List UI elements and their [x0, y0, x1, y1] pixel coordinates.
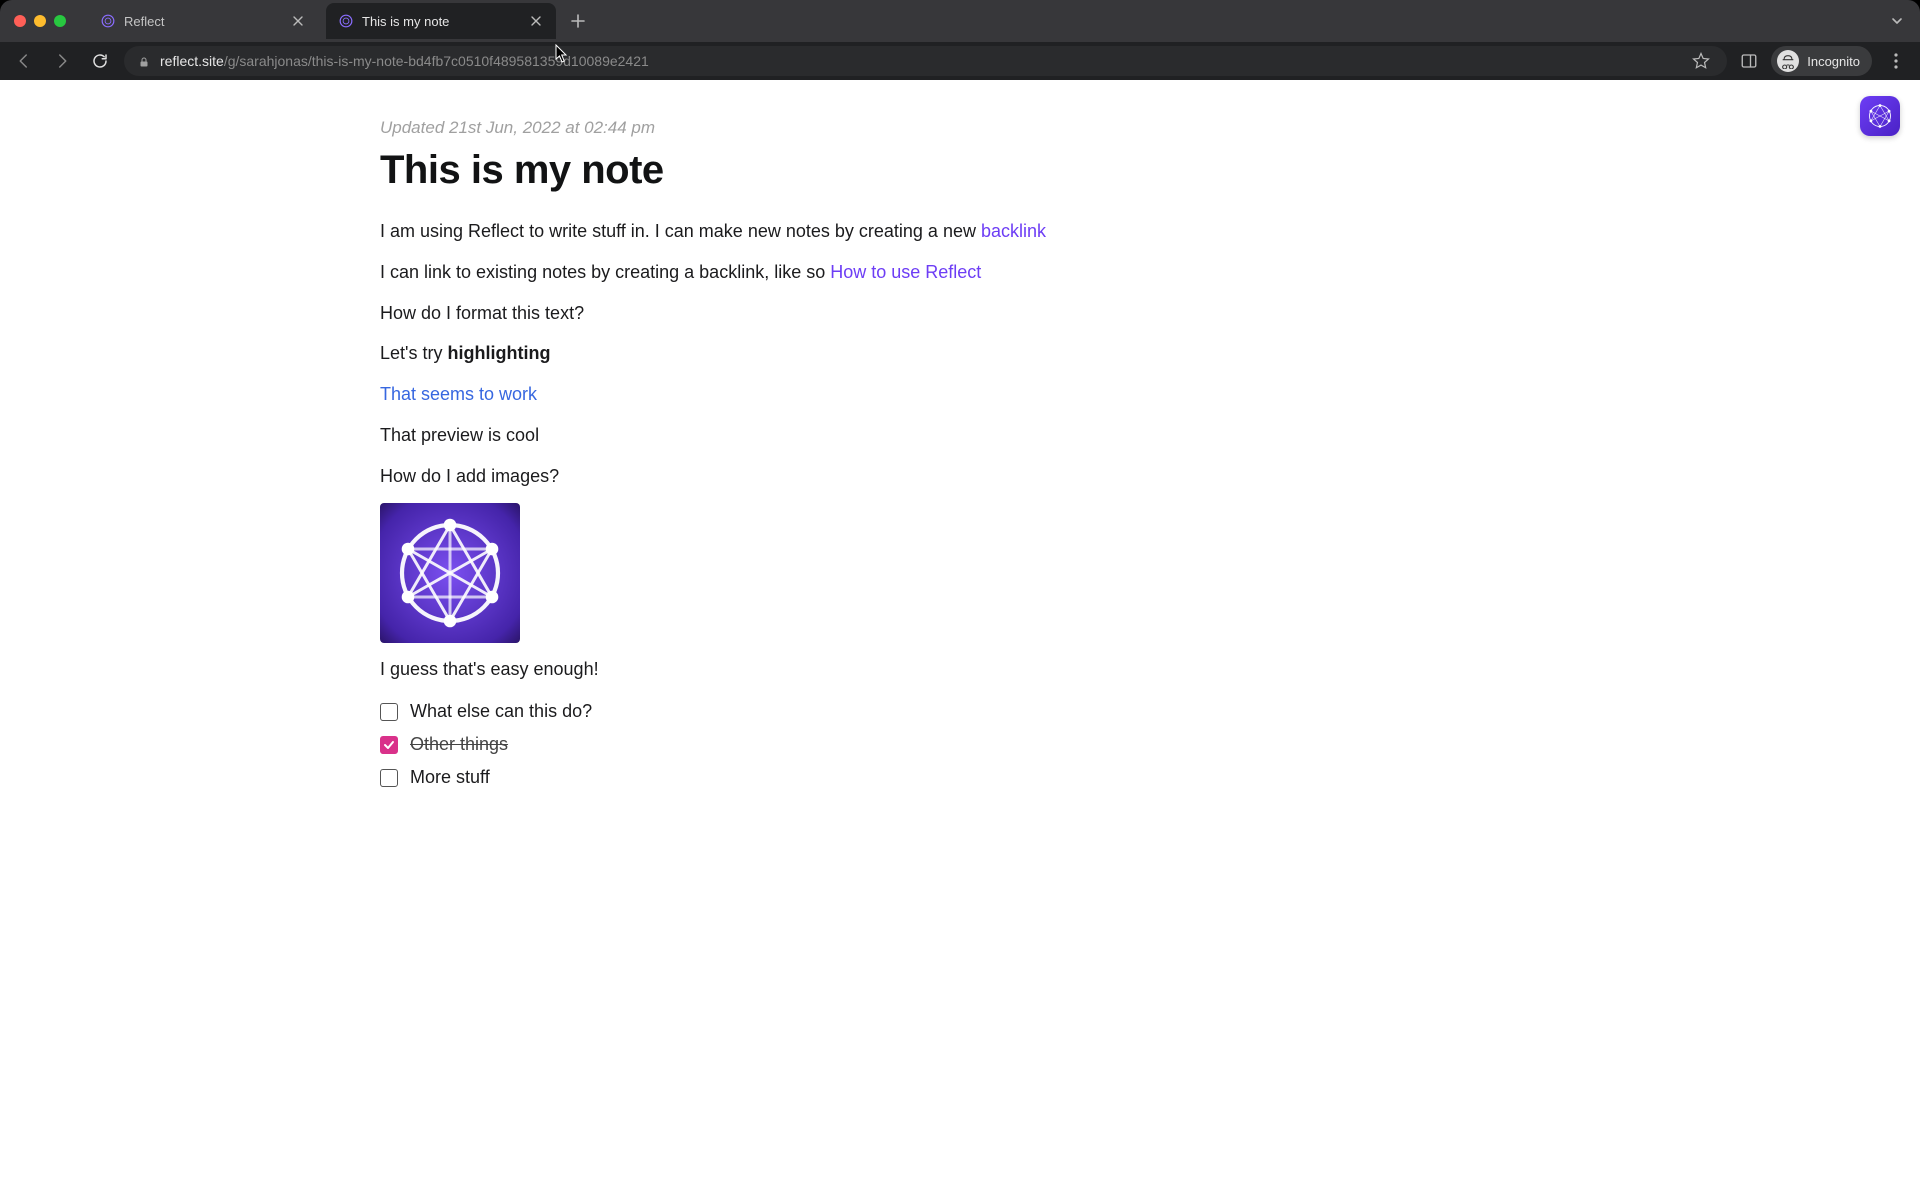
address-bar: reflect.site/g/sarahjonas/this-is-my-not… [0, 42, 1920, 80]
reload-button[interactable] [86, 47, 114, 75]
minimize-window-button[interactable] [34, 15, 46, 27]
back-button[interactable] [10, 47, 38, 75]
incognito-indicator[interactable]: Incognito [1771, 46, 1872, 76]
url-bar[interactable]: reflect.site/g/sarahjonas/this-is-my-not… [124, 46, 1727, 76]
paragraph-7: How do I add images? [380, 462, 1080, 491]
bold-text: highlighting [447, 343, 550, 363]
tab-title: This is my note [362, 14, 520, 29]
url-bar-actions [1689, 49, 1713, 73]
checklist-item: What else can this do? [380, 695, 1080, 728]
reflect-favicon-icon [100, 13, 116, 29]
page-viewport: Updated 21st Jun, 2022 at 02:44 pm This … [0, 80, 1920, 1200]
new-tab-button[interactable] [564, 7, 592, 35]
note-title: This is my note [380, 148, 1080, 193]
forward-button[interactable] [48, 47, 76, 75]
updated-timestamp: Updated 21st Jun, 2022 at 02:44 pm [380, 118, 1080, 138]
paragraph-8: I guess that's easy enough! [380, 655, 1080, 684]
bookmark-button[interactable] [1689, 49, 1713, 73]
checklist-label: Other things [410, 734, 508, 755]
tab-bar: Reflect This is my note [0, 0, 1920, 42]
paragraph-4: Let's try highlighting [380, 339, 1080, 368]
paragraph-text: I can link to existing notes by creating… [380, 262, 830, 282]
maximize-window-button[interactable] [54, 15, 66, 27]
checkbox[interactable] [380, 769, 398, 787]
checklist-item: Other things [380, 728, 1080, 761]
reflect-favicon-icon [338, 13, 354, 29]
window-controls [14, 15, 66, 27]
paragraph-5: That seems to work [380, 380, 1080, 409]
browser-chrome: Reflect This is my note [0, 0, 1920, 80]
paragraph-text: Let's try [380, 343, 447, 363]
tab-this-is-my-note[interactable]: This is my note [326, 3, 556, 39]
url-host: reflect.site/g/sarahjonas/this-is-my-not… [160, 53, 649, 69]
paragraph-3: How do I format this text? [380, 299, 1080, 328]
checklist-label: What else can this do? [410, 701, 592, 722]
browser-menu-button[interactable] [1882, 47, 1910, 75]
checklist: What else can this do? Other things More… [380, 695, 1080, 794]
paragraph-2: I can link to existing notes by creating… [380, 258, 1080, 287]
tab-reflect[interactable]: Reflect [88, 3, 318, 39]
checkbox[interactable] [380, 703, 398, 721]
external-link[interactable]: That seems to work [380, 384, 537, 404]
close-tab-button[interactable] [528, 13, 544, 29]
lock-icon [138, 55, 150, 67]
checkbox[interactable] [380, 736, 398, 754]
backlink-how-to-use-reflect[interactable]: How to use Reflect [830, 262, 981, 282]
incognito-label: Incognito [1807, 54, 1860, 69]
side-panel-button[interactable] [1737, 49, 1761, 73]
checklist-label: More stuff [410, 767, 490, 788]
paragraph-6: That preview is cool [380, 421, 1080, 450]
reflect-app-badge[interactable] [1860, 96, 1900, 136]
paragraph-1: I am using Reflect to write stuff in. I … [380, 217, 1080, 246]
checklist-item: More stuff [380, 761, 1080, 794]
tabs-dropdown-button[interactable] [1888, 12, 1906, 30]
tab-bar-right [1888, 12, 1920, 30]
embedded-image[interactable] [380, 503, 520, 643]
paragraph-text: I am using Reflect to write stuff in. I … [380, 221, 981, 241]
tab-title: Reflect [124, 14, 282, 29]
incognito-icon [1777, 50, 1799, 72]
note-content: Updated 21st Jun, 2022 at 02:44 pm This … [380, 80, 1080, 854]
backlink-new[interactable]: backlink [981, 221, 1046, 241]
close-tab-button[interactable] [290, 13, 306, 29]
close-window-button[interactable] [14, 15, 26, 27]
